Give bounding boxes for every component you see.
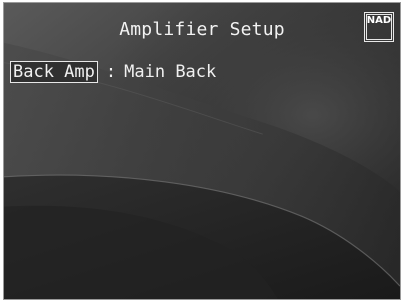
- background-swoosh: [4, 3, 400, 299]
- page-title: Amplifier Setup: [119, 19, 285, 40]
- logo-frame: NAD: [366, 14, 392, 40]
- setting-row-back-amp[interactable]: Back Amp : Main Back: [10, 61, 216, 83]
- osd-screen: Amplifier Setup NAD Back Amp : Main Back: [3, 2, 401, 300]
- logo-text: NAD: [366, 15, 392, 26]
- nad-logo: NAD: [364, 12, 394, 42]
- setting-value[interactable]: Main Back: [124, 62, 216, 82]
- setting-label-selected[interactable]: Back Amp: [10, 61, 98, 83]
- setting-separator: :: [105, 62, 117, 82]
